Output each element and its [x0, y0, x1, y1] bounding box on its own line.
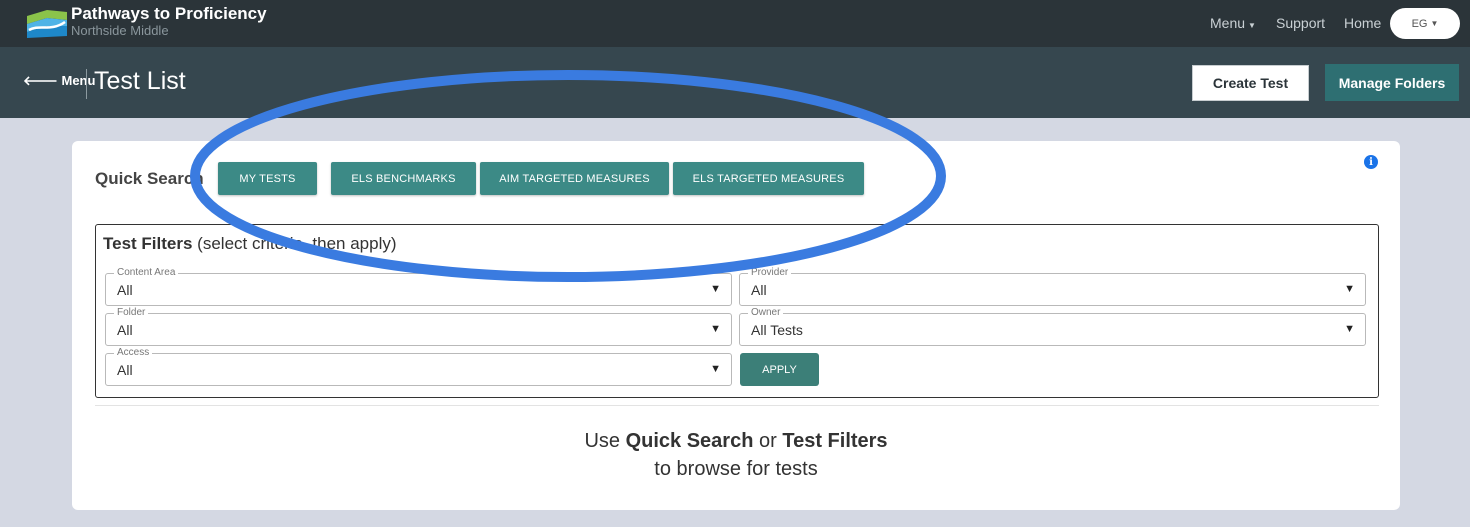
dropdown-arrow-icon: ▼ — [710, 323, 721, 335]
provider-select[interactable]: Provider All ▼ — [739, 267, 1366, 306]
info-icon[interactable]: i — [1364, 155, 1378, 169]
header-divider — [86, 69, 87, 99]
caret-down-icon: ▼ — [1248, 21, 1256, 30]
arrow-left-icon: 🡐 — [23, 73, 58, 88]
caret-down-icon: ▼ — [1430, 19, 1439, 28]
dropdown-arrow-icon: ▼ — [1344, 323, 1355, 335]
filters-heading: Test Filters (select criteria, then appl… — [103, 234, 397, 254]
filters-title: Test Filters — [103, 234, 193, 253]
nav-support-link[interactable]: Support — [1276, 15, 1325, 31]
hint-quick-search: Quick Search — [625, 430, 754, 452]
dropdown-arrow-icon: ▼ — [710, 363, 721, 375]
school-name: Northside Middle — [71, 23, 169, 38]
test-filters-panel: Test Filters (select criteria, then appl… — [95, 224, 1379, 398]
top-navbar: Pathways to Proficiency Northside Middle… — [0, 0, 1470, 47]
back-menu-label: Menu — [61, 73, 96, 88]
user-menu-button[interactable]: EG ▼ — [1390, 8, 1460, 39]
quick-search-els-benchmarks[interactable]: ELS BENCHMARKS — [331, 162, 476, 195]
folder-value: All — [117, 322, 133, 338]
quick-search-label: Quick Search — [95, 169, 204, 188]
content-area-label: Content Area — [114, 267, 179, 279]
access-label: Access — [114, 347, 153, 359]
page-title: Test List — [94, 67, 186, 95]
provider-value: All — [751, 282, 767, 298]
owner-select[interactable]: Owner All Tests ▼ — [739, 307, 1366, 346]
access-select[interactable]: Access All ▼ — [105, 347, 732, 386]
quick-search-els-targeted[interactable]: ELS TARGETED MEASURES — [673, 162, 864, 195]
nav-menu-dropdown[interactable]: Menu ▼ — [1210, 15, 1256, 31]
provider-label: Provider — [748, 267, 792, 279]
folder-select[interactable]: Folder All ▼ — [105, 307, 732, 346]
access-value: All — [117, 362, 133, 378]
filters-subtitle: (select criteria, then apply) — [197, 234, 397, 253]
dropdown-arrow-icon: ▼ — [710, 283, 721, 295]
quick-search-my-tests[interactable]: MY TESTS — [218, 162, 317, 195]
apply-filters-button[interactable]: APPLY — [740, 353, 819, 386]
nav-home-link[interactable]: Home — [1344, 15, 1381, 31]
back-menu-button[interactable]: 🡐 Menu — [23, 73, 95, 89]
quick-search-aim-targeted[interactable]: AIM TARGETED MEASURES — [480, 162, 669, 195]
owner-value: All Tests — [751, 322, 803, 338]
app-title[interactable]: Pathways to Proficiency — [71, 4, 267, 24]
logo-icon[interactable] — [25, 6, 69, 40]
browse-hint-line1: Use Quick Search or Test Filters — [72, 430, 1400, 453]
manage-folders-button[interactable]: Manage Folders — [1325, 64, 1459, 101]
dropdown-arrow-icon: ▼ — [1344, 283, 1355, 295]
content-area-select[interactable]: Content Area All ▼ — [105, 267, 732, 306]
test-search-card: Quick Search MY TESTS ELS BENCHMARKS AIM… — [72, 141, 1400, 510]
nav-menu-label: Menu — [1210, 15, 1246, 31]
folder-label: Folder — [114, 307, 149, 319]
content-area-value: All — [117, 282, 133, 298]
owner-label: Owner — [748, 307, 784, 319]
browse-hint-line2: to browse for tests — [654, 458, 818, 480]
hint-use: Use — [584, 430, 621, 452]
section-divider — [95, 405, 1379, 406]
user-initials: EG — [1411, 17, 1428, 30]
hint-test-filters: Test Filters — [782, 430, 888, 452]
page-header: 🡐 Menu Test List Create Test Manage Fold… — [0, 47, 1470, 118]
create-test-button[interactable]: Create Test — [1192, 65, 1309, 101]
hint-or: or — [758, 430, 777, 452]
